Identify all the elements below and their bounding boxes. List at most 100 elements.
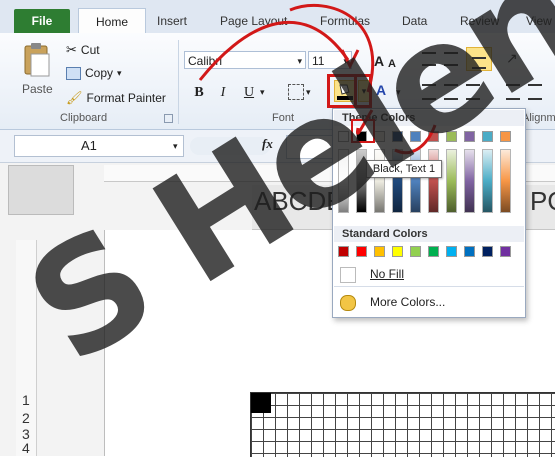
standard-color-swatch[interactable] [338, 246, 349, 257]
theme-color-swatch[interactable] [446, 131, 457, 142]
copy-caret-icon: ▾ [117, 67, 122, 78]
font-size-combo[interactable]: 11 ▾ [308, 51, 352, 69]
paste-label[interactable]: Paste [22, 82, 53, 96]
theme-color-shades[interactable] [428, 149, 439, 213]
tab-review[interactable]: Review [460, 10, 499, 32]
align-left-icon[interactable] [422, 84, 436, 100]
font-color-dropdown-arrow-icon[interactable]: ▾ [396, 87, 401, 98]
tab-data[interactable]: Data [402, 10, 427, 32]
cut-label: Cut [80, 43, 100, 57]
theme-color-shades[interactable] [356, 149, 367, 213]
align-middle-icon[interactable] [444, 52, 458, 66]
shrink-font-button[interactable]: A [388, 58, 396, 70]
standard-colors-header: Standard Colors [334, 226, 524, 242]
italic-button[interactable]: I [214, 84, 232, 102]
theme-color-swatch[interactable] [374, 131, 385, 142]
formula-bar-splitter[interactable] [190, 137, 270, 155]
increase-indent-icon[interactable] [528, 84, 542, 100]
black-swatch-highlight [351, 119, 375, 143]
standard-color-swatch[interactable] [392, 246, 403, 257]
dialog-launcher-icon[interactable] [164, 114, 173, 123]
dropdown-arrow-icon: ▾ [297, 56, 302, 66]
paste-button[interactable] [22, 42, 52, 78]
standard-color-swatch[interactable] [428, 246, 439, 257]
tab-formulas[interactable]: Formulas [320, 10, 370, 32]
tab-file[interactable]: File [14, 9, 70, 33]
theme-color-swatch[interactable] [392, 131, 403, 142]
theme-color-shades[interactable] [410, 149, 421, 213]
alignment-group-label: Alignm [522, 112, 555, 124]
bold-button[interactable]: B [190, 84, 208, 102]
formula-input[interactable] [286, 135, 336, 159]
align-bottom-button[interactable] [466, 47, 492, 71]
group-separator [178, 40, 179, 124]
theme-color-shades[interactable] [338, 149, 349, 213]
font-color-button[interactable]: A [376, 82, 386, 98]
dropdown-arrow-icon: ▾ [173, 141, 178, 151]
standard-color-swatch[interactable] [446, 246, 457, 257]
standard-color-swatch[interactable] [356, 246, 367, 257]
font-group-label: Font [272, 112, 295, 124]
align-center-icon[interactable] [444, 84, 458, 100]
menu-divider [334, 286, 524, 287]
theme-color-swatch[interactable] [500, 131, 511, 142]
name-box-value: A1 [81, 138, 97, 153]
underline-dropdown-arrow-icon[interactable]: ▾ [260, 87, 265, 98]
copy-label: Copy [85, 66, 114, 80]
theme-color-shades[interactable] [446, 149, 457, 213]
standard-color-swatch[interactable] [410, 246, 421, 257]
select-all-corner[interactable] [8, 165, 74, 215]
tab-page-layout[interactable]: Page Layout [220, 10, 287, 32]
clipboard-icon [24, 43, 50, 77]
theme-color-swatch[interactable] [410, 131, 421, 142]
name-box[interactable]: A1 ▾ [14, 135, 184, 157]
tab-home[interactable]: Home [78, 8, 146, 35]
row-mark: 1 [22, 392, 30, 408]
tab-insert[interactable]: Insert [157, 10, 187, 32]
decrease-indent-icon[interactable] [506, 84, 520, 100]
standard-color-swatch[interactable] [500, 246, 511, 257]
clipboard-group-label: Clipboard [60, 112, 108, 124]
font-name-value: Calibri [188, 54, 223, 68]
theme-color-shades[interactable] [392, 149, 403, 213]
underline-button[interactable]: U [240, 84, 258, 102]
annotation-box-fill [327, 74, 357, 108]
align-top-icon[interactable] [422, 52, 436, 66]
font-name-combo[interactable]: Calibri ▾ [184, 51, 306, 69]
filled-cell[interactable] [251, 393, 271, 413]
row-mark: 2 [22, 410, 30, 426]
standard-color-swatch[interactable] [482, 246, 493, 257]
standard-color-swatch[interactable] [464, 246, 475, 257]
column-header-text: ABCDE [254, 186, 344, 216]
grow-font-button[interactable]: A [374, 53, 384, 69]
theme-color-swatch[interactable] [428, 131, 439, 142]
theme-color-shades[interactable] [374, 149, 385, 213]
annotation-box-arrow [354, 74, 372, 108]
column-header-text-right: PO [530, 186, 555, 216]
align-right-icon[interactable] [466, 84, 480, 100]
no-fill-option[interactable]: No Fill [334, 263, 524, 285]
theme-color-shades[interactable] [500, 149, 511, 213]
borders-icon[interactable] [288, 84, 304, 100]
insert-function-button[interactable]: fx [262, 136, 273, 152]
copy-button[interactable]: Copy ▾ [66, 66, 122, 80]
cut-button[interactable]: ✂ Cut [66, 42, 100, 58]
borders-dropdown-arrow-icon[interactable]: ▾ [306, 87, 311, 98]
cell-grid[interactable] [250, 392, 555, 457]
standard-color-swatch[interactable] [374, 246, 385, 257]
palette-icon [340, 295, 356, 311]
theme-color-swatch[interactable] [482, 131, 493, 142]
align-bottom-icon [472, 57, 486, 69]
theme-color-swatch[interactable] [338, 131, 349, 142]
theme-color-shades[interactable] [464, 149, 475, 213]
copy-icon [66, 66, 81, 80]
scissors-icon: ✂ [66, 42, 77, 57]
tab-view[interactable]: View [526, 10, 552, 32]
theme-color-shades[interactable] [482, 149, 493, 213]
more-colors-option[interactable]: More Colors... [334, 291, 524, 313]
row-mark: 4 [22, 440, 30, 456]
swatch-tooltip: Black, Text 1 [366, 160, 442, 178]
orientation-icon[interactable]: ↗ [506, 50, 518, 67]
theme-color-swatch[interactable] [464, 131, 475, 142]
format-painter-button[interactable]: 🖌 Format Painter [66, 90, 166, 106]
